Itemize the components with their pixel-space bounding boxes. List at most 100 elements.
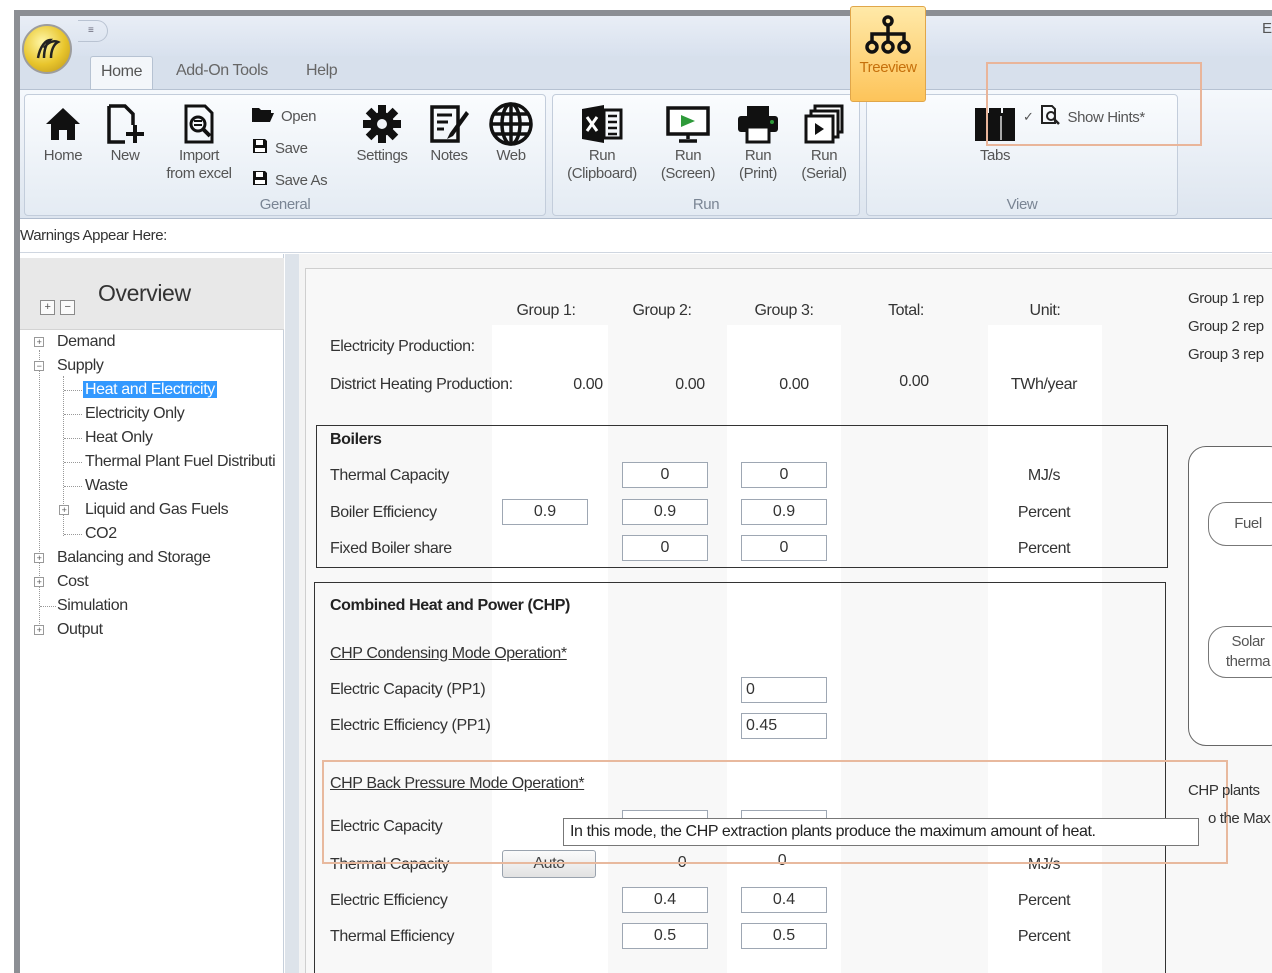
import-from-excel-button[interactable]: Import from excel: [157, 101, 241, 183]
group3-rep-text: Group 3 rep: [1188, 346, 1264, 363]
supply-diagram: [1188, 446, 1272, 746]
tab-add-on-tools[interactable]: Add-On Tools: [166, 56, 278, 90]
save-as-label: Save As: [275, 171, 328, 189]
group2-rep-text: Group 2 rep: [1188, 318, 1264, 335]
run-print-label-2: (Print): [738, 165, 778, 182]
header-group3: Group 3:: [754, 302, 814, 319]
run-serial-button[interactable]: Run (Serial): [793, 101, 855, 183]
electric-capacity-pp1-label: Electric Capacity (PP1): [330, 681, 486, 698]
boiler-efficiency-g3-input[interactable]: [741, 499, 827, 525]
tree-item-co2[interactable]: CO2: [85, 524, 117, 544]
tree-item-simulation[interactable]: Simulation: [57, 596, 128, 616]
expand-icon[interactable]: +: [34, 625, 44, 635]
header-group1: Group 1:: [516, 302, 576, 319]
tree-item-heat-only[interactable]: Heat Only: [85, 428, 153, 448]
tree-item-cost[interactable]: Cost: [57, 572, 89, 592]
electric-capacity-pp1-g3-input[interactable]: [741, 677, 827, 703]
tree-item-waste[interactable]: Waste: [85, 476, 128, 496]
tree-item-thermal-plant-fuel[interactable]: Thermal Plant Fuel Distributi: [85, 452, 284, 472]
tree-item-liquid-and-gas-fuels[interactable]: Liquid and Gas Fuels: [85, 500, 229, 520]
run-serial-label-1: Run: [810, 147, 838, 164]
save-as-button[interactable]: Save As: [251, 169, 328, 191]
tree-item-demand[interactable]: Demand: [57, 332, 115, 352]
header-unit: Unit:: [1029, 302, 1061, 319]
chp-condensing-mode-link[interactable]: CHP Condensing Mode Operation*: [330, 645, 567, 663]
window-title-text: E: [1262, 20, 1272, 37]
web-label: Web: [496, 147, 526, 164]
group1-rep-text: Group 1 rep: [1188, 290, 1264, 307]
boiler-efficiency-g2-input[interactable]: [622, 499, 708, 525]
ribbon-group-general: General Home New Import from excel Open …: [24, 94, 546, 216]
tree-item-output[interactable]: Output: [57, 620, 103, 640]
tree-item-balancing-and-storage[interactable]: Balancing and Storage: [57, 548, 211, 568]
tree-line: [64, 390, 82, 391]
run-print-button[interactable]: Run (Print): [729, 101, 787, 183]
fixed-boiler-share-g3-input[interactable]: [741, 535, 827, 561]
overview-panel: + − Overview + Demand − Supply Heat and …: [20, 254, 284, 973]
run-clipboard-label-2: (Clipboard): [567, 165, 637, 182]
expand-icon[interactable]: +: [59, 505, 69, 515]
new-file-icon: [103, 101, 147, 147]
boiler-efficiency-unit: Percent: [1017, 504, 1071, 521]
expand-icon[interactable]: +: [34, 553, 44, 563]
treeview-button[interactable]: Treeview: [850, 6, 926, 102]
app-logo[interactable]: [22, 24, 72, 74]
bp-thermal-efficiency-unit: Percent: [1017, 928, 1071, 945]
diagram-fuel-node[interactable]: Fuel: [1208, 502, 1272, 546]
bp-thermal-efficiency-g2-input[interactable]: [622, 923, 708, 949]
printer-icon: [735, 101, 781, 147]
notes-button[interactable]: Notes: [421, 101, 477, 165]
electric-efficiency-pp1-g3-input[interactable]: [741, 713, 827, 739]
panel-splitter[interactable]: [285, 254, 299, 973]
run-screen-button[interactable]: Run (Screen): [653, 101, 723, 183]
run-clipboard-button[interactable]: Run (Clipboard): [557, 101, 647, 183]
bp-electric-efficiency-g2-input[interactable]: [622, 887, 708, 913]
serial-windows-icon: [803, 101, 845, 147]
fixed-boiler-share-g2-input[interactable]: [622, 535, 708, 561]
tree-item-heat-and-electricity[interactable]: Heat and Electricity: [83, 380, 217, 400]
expand-icon[interactable]: +: [34, 337, 44, 347]
solar-label-1: Solar: [1231, 633, 1265, 650]
open-folder-icon: [251, 105, 275, 127]
boiler-thermal-capacity-label: Thermal Capacity: [330, 467, 449, 484]
web-button[interactable]: Web: [483, 101, 539, 165]
tab-home[interactable]: Home: [90, 56, 154, 90]
warnings-bar: Warnings Appear Here:: [20, 221, 1272, 253]
solar-label-2: therma: [1225, 653, 1271, 670]
open-button[interactable]: Open: [251, 105, 317, 127]
expand-all-button[interactable]: +: [40, 300, 55, 315]
boiler-efficiency-g1-input[interactable]: [502, 499, 588, 525]
ribbon-group-run: Run Run (Clipboard) Run (Screen) Run (Pr…: [552, 94, 860, 216]
tree-line: [64, 462, 82, 463]
collapse-icon[interactable]: −: [34, 361, 44, 371]
boiler-thermal-capacity-g3-input[interactable]: [741, 462, 827, 488]
run-clipboard-label-1: Run: [588, 147, 616, 164]
new-button[interactable]: New: [97, 101, 153, 165]
tree-line: [64, 534, 82, 535]
tree-item-supply[interactable]: Supply: [57, 356, 104, 376]
boiler-thermal-capacity-g2-input[interactable]: [622, 462, 708, 488]
tree-item-electricity-only[interactable]: Electricity Only: [85, 404, 185, 424]
save-label: Save: [275, 139, 308, 157]
title-bar: [20, 16, 1272, 56]
tab-help[interactable]: Help: [296, 56, 347, 90]
save-button[interactable]: Save: [251, 137, 308, 159]
tree-line: [64, 414, 82, 415]
bp-thermal-efficiency-label: Thermal Efficiency: [330, 928, 455, 945]
district-heating-label: District Heating Production:: [330, 376, 513, 393]
diagram-solar-thermal-node[interactable]: Solar therma: [1208, 626, 1272, 678]
collapse-all-button[interactable]: −: [60, 300, 75, 315]
expand-icon[interactable]: +: [34, 577, 44, 587]
home-button[interactable]: Home: [35, 101, 91, 165]
app-window: ≡ E Home Add-On Tools Help General Home …: [0, 0, 1272, 973]
settings-label: Settings: [356, 147, 408, 164]
run-serial-label-2: (Serial): [801, 165, 847, 182]
bp-thermal-efficiency-g3-input[interactable]: [741, 923, 827, 949]
boiler-efficiency-label: Boiler Efficiency: [330, 504, 437, 521]
quick-access-toolbar[interactable]: ≡: [78, 20, 108, 42]
bp-electric-efficiency-g3-input[interactable]: [741, 887, 827, 913]
bp-electric-efficiency-label: Electric Efficiency: [330, 892, 448, 909]
group-label-general: General: [259, 196, 311, 213]
settings-button[interactable]: Settings: [349, 101, 415, 165]
chp-title: Combined Heat and Power (CHP): [330, 597, 570, 614]
